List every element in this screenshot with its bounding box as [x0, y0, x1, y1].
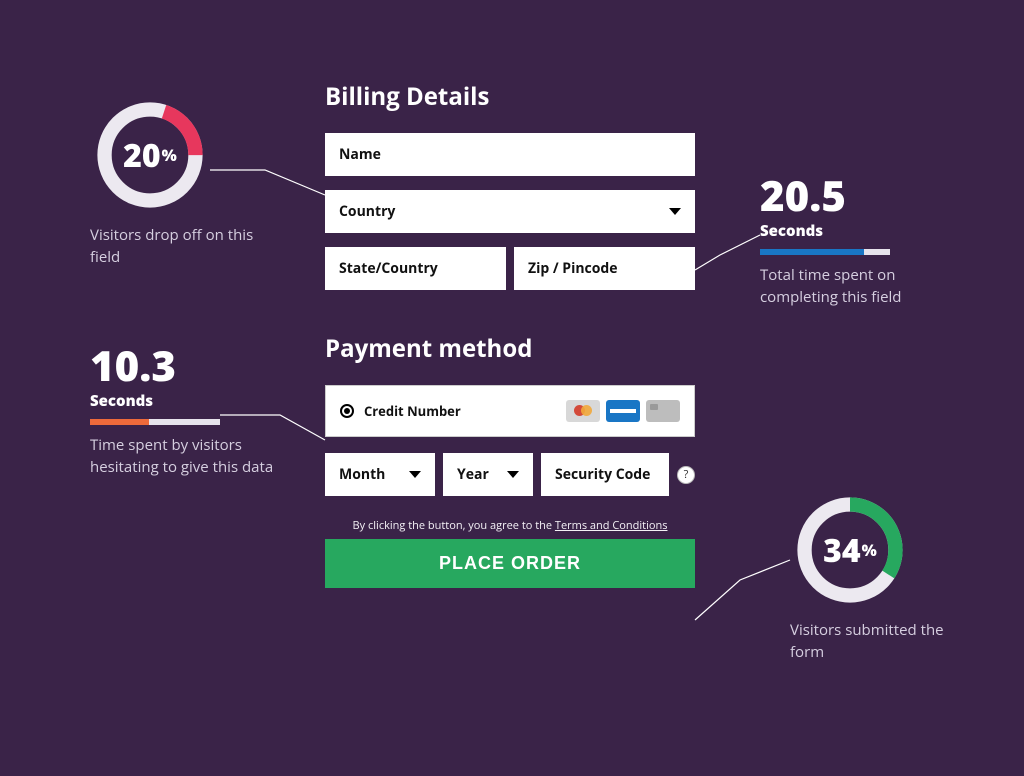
submitted-desc: Visitors submitted the form	[790, 620, 960, 664]
terms-link[interactable]: Terms and Conditions	[555, 518, 668, 533]
payment-section: Payment method Credit Number Month Year	[325, 332, 695, 588]
time-field-desc: Total time spent on completing this fiel…	[760, 265, 930, 309]
terms-prefix: By clicking the button, you agree to the	[353, 518, 555, 533]
place-order-button[interactable]: PLACE ORDER	[325, 539, 695, 588]
state-field[interactable]: State/Country	[325, 247, 506, 290]
metric-time-field: 20.5 Seconds Total time spent on complet…	[760, 175, 930, 309]
name-placeholder: Name	[339, 145, 381, 164]
security-placeholder: Security Code	[555, 465, 650, 484]
dropoff-value: 20%	[90, 95, 210, 215]
checkout-form: Billing Details Name Country State/Count…	[325, 80, 695, 588]
billing-title: Billing Details	[325, 80, 695, 113]
zip-placeholder: Zip / Pincode	[528, 259, 618, 278]
month-placeholder: Month	[339, 465, 385, 484]
country-select[interactable]: Country	[325, 190, 695, 233]
year-placeholder: Year	[457, 465, 489, 484]
security-code-field[interactable]: Security Code	[541, 453, 669, 496]
radio-selected-icon	[340, 404, 354, 418]
percent-unit: %	[162, 144, 177, 166]
time-field-bar-fill	[760, 249, 864, 255]
hesitation-value: 10.3	[90, 345, 280, 387]
hesitation-unit: Seconds	[90, 391, 280, 411]
visa-icon	[606, 400, 640, 422]
metric-dropoff: 20% Visitors drop off on this field	[90, 95, 260, 269]
state-placeholder: State/Country	[339, 259, 438, 278]
dropoff-number: 20	[123, 134, 161, 177]
submitted-number: 34	[823, 529, 861, 572]
chevron-down-icon	[669, 208, 681, 215]
submitted-donut: 34%	[790, 490, 910, 610]
expiry-month-select[interactable]: Month	[325, 453, 435, 496]
payment-title: Payment method	[325, 332, 695, 365]
dropoff-desc: Visitors drop off on this field	[90, 225, 260, 269]
mastercard-icon	[566, 400, 600, 422]
dropoff-donut: 20%	[90, 95, 210, 215]
metric-hesitation: 10.3 Seconds Time spent by visitors hesi…	[90, 345, 280, 479]
metric-submitted: 34% Visitors submitted the form	[790, 490, 960, 664]
name-field[interactable]: Name	[325, 133, 695, 176]
country-placeholder: Country	[339, 202, 395, 221]
chevron-down-icon	[409, 471, 421, 478]
credit-label: Credit Number	[364, 402, 461, 420]
expiry-year-select[interactable]: Year	[443, 453, 533, 496]
hesitation-desc: Time spent by visitors hesitating to giv…	[90, 435, 280, 479]
hesitation-bar-fill	[90, 419, 149, 425]
submitted-value: 34%	[790, 490, 910, 610]
terms-text: By clicking the button, you agree to the…	[325, 518, 695, 533]
time-field-bar	[760, 249, 890, 255]
time-field-value: 20.5	[760, 175, 930, 217]
credit-card-option[interactable]: Credit Number	[325, 385, 695, 437]
hesitation-bar	[90, 419, 220, 425]
help-icon[interactable]: ?	[677, 466, 695, 484]
time-field-unit: Seconds	[760, 221, 930, 241]
zip-field[interactable]: Zip / Pincode	[514, 247, 695, 290]
percent-unit: %	[862, 539, 877, 561]
card-brand-icons	[566, 400, 680, 422]
generic-card-icon	[646, 400, 680, 422]
chevron-down-icon	[507, 471, 519, 478]
